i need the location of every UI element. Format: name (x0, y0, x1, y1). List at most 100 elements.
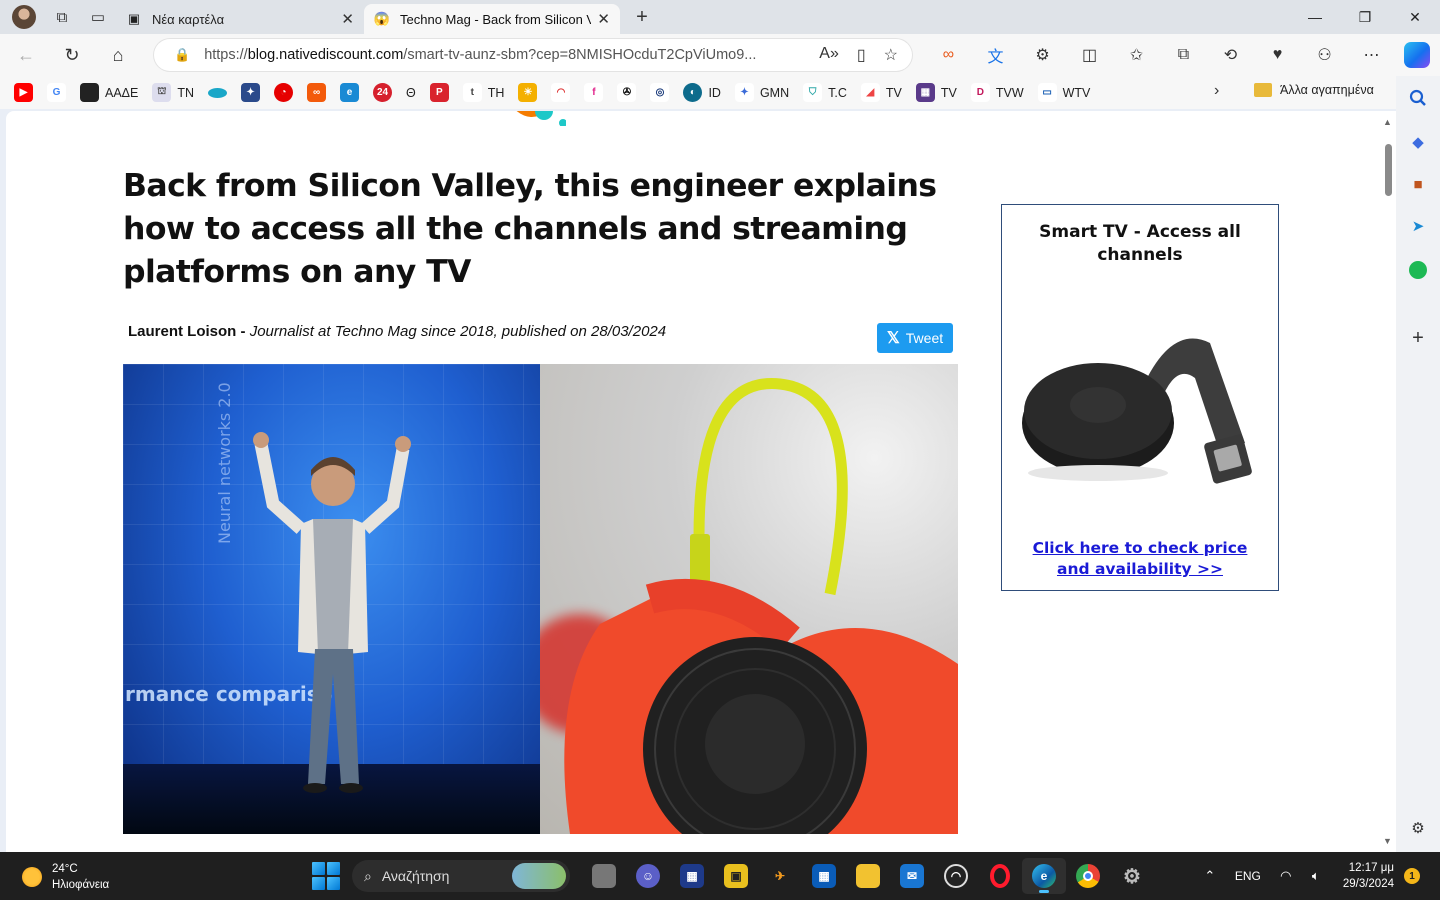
taskbar-chrome[interactable] (1066, 858, 1110, 894)
taskbar-store[interactable]: ▦ (802, 858, 846, 894)
browser-essentials-icon[interactable]: ♥ (1254, 46, 1301, 64)
taskbar-opera[interactable] (978, 858, 1022, 894)
site-logo[interactable] (506, 111, 566, 126)
refresh-button[interactable]: ↻ (52, 39, 92, 71)
restore-icon[interactable]: ❐ (1340, 0, 1390, 34)
split-screen-icon[interactable]: ◫ (1066, 45, 1113, 65)
taskbar-app-orange[interactable]: ✈ (758, 858, 802, 894)
language-indicator[interactable]: ENG (1235, 869, 1261, 883)
wifi-icon[interactable]: ◠ (1271, 868, 1301, 884)
url-text: https://blog.nativediscount.com/smart-tv… (204, 47, 757, 63)
favorite-sun[interactable]: ☀ (518, 83, 538, 102)
favorite-tn[interactable]: ⛫ TN (152, 83, 194, 102)
close-tab-icon[interactable]: ✕ (597, 10, 610, 28)
task-view-button[interactable] (582, 858, 626, 894)
more-menu-icon[interactable]: ⋯ (1348, 45, 1395, 65)
address-bar[interactable]: 🔒 https://blog.nativediscount.com/smart-… (154, 39, 912, 71)
favorite-tvw[interactable]: D TVW (970, 83, 1024, 102)
favorite-youtube[interactable]: ▶ (14, 83, 33, 102)
volume-icon[interactable]: 🔈︎ (1301, 868, 1331, 884)
profile-avatar[interactable] (12, 5, 36, 29)
immersive-reader-icon[interactable]: ▯ (857, 45, 866, 65)
chevron-right-icon[interactable]: › (1214, 82, 1219, 100)
minimize-icon[interactable]: — (1290, 0, 1340, 34)
tab-new-tab[interactable]: ▣ Νέα καρτέλα ✕ (116, 4, 364, 34)
extensions-icon[interactable]: ⚙ (1019, 45, 1066, 65)
close-window-icon[interactable]: ✕ (1390, 0, 1440, 34)
other-favorites-folder[interactable]: Άλλα αγαπημένα (1254, 83, 1374, 97)
favorite-p[interactable]: P (429, 83, 449, 102)
home-button[interactable]: ⌂ (98, 39, 138, 71)
extension-infinity-icon[interactable]: ∞ (925, 46, 972, 64)
taskbar-file-explorer[interactable] (846, 858, 890, 894)
taskbar-search[interactable]: ⌕ Αναζήτηση (352, 860, 570, 892)
tc-icon: ⛉ (803, 83, 823, 102)
favorite-tc[interactable]: ⛉ T.C (803, 83, 847, 102)
shopping-tag-icon[interactable]: ◆ (1406, 130, 1430, 154)
search-icon[interactable] (1406, 86, 1430, 110)
copilot-icon[interactable] (1404, 42, 1430, 68)
favorite-vodafone[interactable]: ◔ (274, 83, 294, 102)
performance-icon[interactable]: ⚇ (1301, 45, 1348, 65)
back-button[interactable]: ← (6, 39, 46, 71)
taskbar-mail[interactable]: ✉ (890, 858, 934, 894)
favorite-star-icon[interactable]: ☆ (884, 45, 898, 65)
favorite-5[interactable]: ✦ (241, 83, 261, 102)
page-scrollbar[interactable]: ▲ ▼ (1380, 111, 1396, 852)
add-sidebar-app-icon[interactable]: + (1406, 326, 1430, 350)
start-button[interactable] (312, 862, 340, 890)
ad-price-link[interactable]: Click here to check price and availabili… (1002, 538, 1278, 580)
favorite-id[interactable]: ◐ ID (683, 83, 721, 102)
taskbar-edge[interactable]: e (1022, 858, 1066, 894)
vertical-tabs-icon[interactable]: ▭ (80, 2, 116, 32)
scrollbar-thumb[interactable] (1385, 144, 1392, 196)
favorite-tv-2[interactable]: ▦ TV (915, 83, 957, 102)
sidebar-settings-icon[interactable]: ⚙ (1406, 816, 1430, 840)
favorite-gauge[interactable]: ◠ (551, 83, 571, 102)
site-info-icon[interactable]: 🔒 (174, 47, 190, 63)
scroll-down-icon[interactable]: ▼ (1383, 836, 1392, 846)
favorite-f[interactable]: f (584, 83, 604, 102)
read-aloud-icon[interactable]: A» (819, 45, 839, 65)
favorite-disney[interactable]: ◎ (650, 83, 670, 102)
chromecast-image[interactable] (1020, 323, 1258, 493)
clock[interactable]: 12:17 μμ 29/3/2024 (1343, 860, 1394, 892)
spotify-icon[interactable] (1406, 258, 1430, 282)
tools-icon[interactable]: ■ (1406, 172, 1430, 196)
close-tab-icon[interactable]: ✕ (341, 10, 354, 28)
tn-icon: ⛫ (152, 83, 172, 102)
tweet-button[interactable]: 𝕏 Tweet (877, 323, 953, 353)
sun-weather-icon (22, 867, 42, 887)
favorite-wtv[interactable]: ▭ WTV (1037, 83, 1090, 102)
tv-screen-icon: ▦ (915, 83, 935, 102)
favorite-theta[interactable]: Θ (406, 86, 416, 100)
workspaces-icon[interactable]: ⧉ (44, 2, 80, 32)
favorite-4[interactable] (208, 87, 228, 98)
favorite-24[interactable]: 24 (373, 83, 393, 102)
favorite-edge[interactable]: e (340, 83, 360, 102)
send-icon[interactable]: ➤ (1406, 214, 1430, 238)
favorites-icon[interactable]: ✩ (1113, 45, 1160, 65)
favorite-gmn[interactable]: ✦ GMN (734, 83, 789, 102)
taskbar-app-yellow[interactable]: ▣ (714, 858, 758, 894)
history-icon[interactable]: ⟲ (1207, 45, 1254, 65)
taskbar-speedometer[interactable]: ◠ (934, 858, 978, 894)
taskbar-chat[interactable]: ☺ (626, 858, 670, 894)
notification-badge[interactable]: 1 (1404, 868, 1420, 884)
favorite-film[interactable]: ✇ (617, 83, 637, 102)
translate-icon[interactable]: 文 (972, 43, 1019, 67)
favorite-infinity[interactable]: ∞ (307, 83, 327, 102)
taskbar-app-blue[interactable]: ▦ (670, 858, 714, 894)
scroll-up-icon[interactable]: ▲ (1383, 117, 1392, 127)
taskbar-settings[interactable]: ⚙ (1110, 858, 1154, 894)
favorite-th[interactable]: t TH (462, 83, 504, 102)
favorite-aade[interactable]: ΑΑΔΕ (80, 83, 138, 102)
weather-widget[interactable]: 24°C Ηλιοφάνεια (22, 861, 109, 893)
youtube-icon: ▶ (14, 83, 33, 102)
chevron-up-icon[interactable]: ⌃ (1195, 868, 1225, 884)
favorite-tv-1[interactable]: ◢ TV (860, 83, 902, 102)
favorite-google[interactable]: G (47, 83, 66, 102)
collections-icon[interactable]: ⧉ (1160, 46, 1207, 64)
new-tab-button[interactable]: + (626, 3, 658, 31)
tab-techno-mag[interactable]: 😱 Techno Mag - Back from Silicon V ✕ (364, 4, 620, 34)
